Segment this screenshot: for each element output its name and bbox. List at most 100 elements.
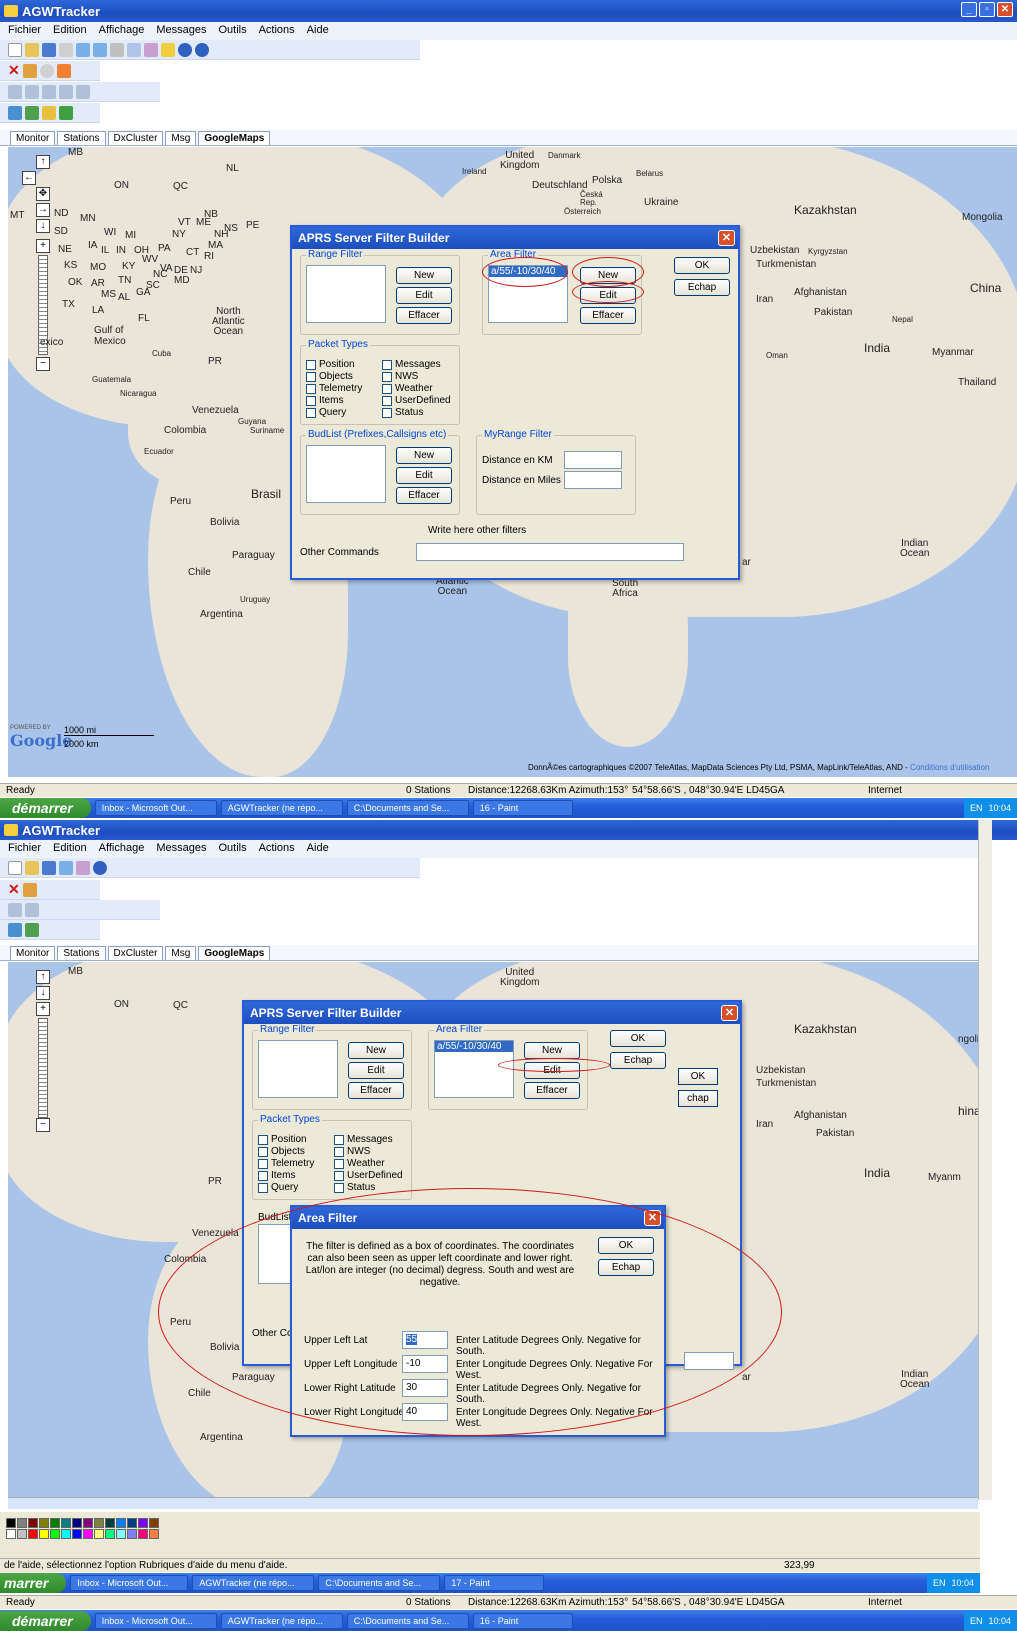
grid-view-icon[interactable] bbox=[8, 922, 22, 937]
new-icon[interactable] bbox=[8, 860, 22, 875]
packet-type-checkbox[interactable]: Telemetry bbox=[306, 383, 362, 394]
close-icon[interactable]: ✕ bbox=[721, 1005, 738, 1021]
conditions-link[interactable]: Conditions d'utilisation bbox=[910, 763, 989, 772]
close-icon[interactable]: ✕ bbox=[718, 230, 735, 246]
other-commands-input[interactable] bbox=[416, 543, 684, 561]
pan-up-icon[interactable]: ↑ bbox=[36, 155, 50, 169]
maximize-button[interactable]: ▫ bbox=[979, 2, 995, 17]
zoom-out-button[interactable]: − bbox=[36, 357, 50, 371]
pan-right-icon[interactable]: → bbox=[36, 203, 50, 217]
echap-button-behind[interactable]: chap bbox=[678, 1090, 718, 1107]
packet-type-checkbox[interactable]: Weather bbox=[334, 1158, 385, 1169]
packet-type-checkbox[interactable]: Query bbox=[306, 407, 346, 418]
menu-affichage[interactable]: Affichage bbox=[99, 24, 145, 38]
zoom-in-icon[interactable] bbox=[59, 860, 73, 875]
clock-icon[interactable] bbox=[39, 63, 54, 78]
map-view-icon[interactable] bbox=[25, 922, 39, 937]
palette-swatch[interactable] bbox=[61, 1529, 71, 1539]
zoom-in-icon[interactable] bbox=[76, 42, 90, 57]
range-new-button[interactable]: New bbox=[348, 1042, 404, 1059]
route-icon[interactable] bbox=[25, 902, 39, 917]
tab-stations[interactable]: Stations bbox=[57, 946, 106, 960]
tab-dxcluster[interactable]: DxCluster bbox=[107, 946, 164, 960]
language-indicator[interactable]: EN bbox=[933, 1573, 946, 1593]
packet-type-checkbox[interactable]: Position bbox=[306, 359, 355, 370]
help-icon[interactable] bbox=[93, 860, 107, 875]
palette-swatch[interactable] bbox=[116, 1518, 126, 1528]
packet-type-checkbox[interactable]: Items bbox=[258, 1170, 295, 1181]
ok-button[interactable]: OK bbox=[674, 257, 730, 274]
palette-swatch[interactable] bbox=[138, 1518, 148, 1528]
tab-monitor[interactable]: Monitor bbox=[10, 946, 56, 960]
taskbar-item[interactable]: 16 - Paint bbox=[472, 1612, 573, 1629]
pan-down-icon[interactable]: ↓ bbox=[36, 986, 50, 1000]
range-filter-list[interactable] bbox=[306, 265, 386, 323]
packet-type-checkbox[interactable]: Status bbox=[334, 1182, 375, 1193]
palette-swatch[interactable] bbox=[61, 1518, 71, 1528]
palette-swatch[interactable] bbox=[6, 1518, 16, 1528]
packet-type-checkbox[interactable]: Messages bbox=[334, 1134, 393, 1145]
language-indicator[interactable]: EN bbox=[970, 798, 983, 818]
close-button[interactable]: ✕ bbox=[997, 2, 1013, 17]
track-icon[interactable] bbox=[8, 902, 22, 917]
palette-swatch[interactable] bbox=[50, 1518, 60, 1528]
delete-icon[interactable]: ✕ bbox=[8, 62, 20, 79]
tab-msg[interactable]: Msg bbox=[165, 946, 197, 960]
range-effacer-button[interactable]: Effacer bbox=[348, 1082, 404, 1099]
packet-type-checkbox[interactable]: Objects bbox=[306, 371, 353, 382]
clear-icon[interactable] bbox=[59, 84, 73, 99]
save-icon[interactable] bbox=[42, 42, 56, 57]
menu-outils[interactable]: Outils bbox=[218, 842, 246, 856]
palette-swatch[interactable] bbox=[72, 1529, 82, 1539]
zoom-out-icon[interactable] bbox=[93, 42, 107, 57]
station-icon[interactable] bbox=[22, 63, 37, 78]
palette-swatch[interactable] bbox=[116, 1529, 126, 1539]
range-new-button[interactable]: New bbox=[396, 267, 452, 284]
palette-swatch[interactable] bbox=[83, 1529, 93, 1539]
echap-button[interactable]: Echap bbox=[674, 279, 730, 296]
tab-googlemaps[interactable]: GoogleMaps bbox=[198, 131, 271, 145]
palette-swatch[interactable] bbox=[94, 1529, 104, 1539]
budlist-effacer-button[interactable]: Effacer bbox=[396, 487, 452, 504]
packet-type-checkbox[interactable]: UserDefined bbox=[382, 395, 451, 406]
taskbar-item[interactable]: Inbox - Microsoft Out... bbox=[70, 1575, 189, 1591]
area-filter-list[interactable]: a/55/-10/30/40 bbox=[434, 1040, 514, 1098]
zoom-out-button[interactable]: − bbox=[36, 1118, 50, 1132]
start-button[interactable]: démarrer bbox=[0, 798, 91, 818]
tab-msg[interactable]: Msg bbox=[165, 131, 197, 145]
packet-type-checkbox[interactable]: Status bbox=[382, 407, 423, 418]
palette-swatch[interactable] bbox=[138, 1529, 148, 1539]
palette-swatch[interactable] bbox=[105, 1529, 115, 1539]
palette-swatch[interactable] bbox=[17, 1529, 27, 1539]
echap-button[interactable]: Echap bbox=[610, 1052, 666, 1069]
packet-type-checkbox[interactable]: Items bbox=[306, 395, 343, 406]
help-icon[interactable] bbox=[178, 42, 192, 57]
horizontal-scrollbar[interactable] bbox=[8, 1497, 978, 1509]
palette-swatch[interactable] bbox=[6, 1529, 16, 1539]
station-icon[interactable] bbox=[22, 882, 37, 897]
taskbar-item[interactable]: AGWTracker (ne répo... bbox=[220, 800, 343, 816]
open-icon[interactable] bbox=[25, 860, 39, 875]
palette-swatch[interactable] bbox=[149, 1518, 159, 1528]
map-view-icon[interactable] bbox=[25, 105, 39, 120]
pan-down-icon[interactable]: ↓ bbox=[36, 219, 50, 233]
refresh-icon[interactable] bbox=[59, 105, 73, 120]
list-view-icon[interactable] bbox=[42, 105, 56, 120]
menu-actions[interactable]: Actions bbox=[259, 842, 295, 856]
area-effacer-button[interactable]: Effacer bbox=[524, 1082, 580, 1099]
pan-up-icon[interactable]: ↑ bbox=[36, 970, 50, 984]
taskbar-item[interactable]: 17 - Paint bbox=[444, 1575, 545, 1591]
budlist-new-button[interactable]: New bbox=[396, 447, 452, 464]
track-icon[interactable] bbox=[8, 84, 22, 99]
menu-edition[interactable]: Edition bbox=[53, 842, 87, 856]
menu-fichier[interactable]: Fichier bbox=[8, 842, 41, 856]
print-icon[interactable] bbox=[59, 42, 73, 57]
distance-km-input[interactable] bbox=[564, 451, 622, 469]
budlist-edit-button[interactable]: Edit bbox=[396, 467, 452, 484]
menu-aide[interactable]: Aide bbox=[307, 842, 329, 856]
palette-swatch[interactable] bbox=[28, 1518, 38, 1528]
menu-messages[interactable]: Messages bbox=[156, 24, 206, 38]
palette-swatch[interactable] bbox=[83, 1518, 93, 1528]
palette-swatch[interactable] bbox=[28, 1529, 38, 1539]
pan-left-icon[interactable]: ← bbox=[22, 171, 36, 185]
